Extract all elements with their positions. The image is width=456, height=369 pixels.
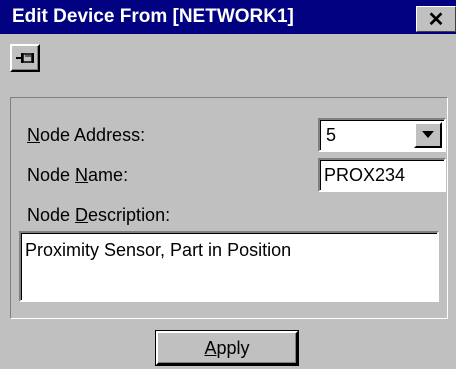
- title-bar[interactable]: Edit Device From [NETWORK1] ✕: [0, 0, 456, 34]
- pin-icon: [16, 53, 34, 63]
- node-address-dropdown-button[interactable]: [414, 122, 442, 148]
- node-name-value: PROX234: [324, 165, 406, 185]
- apply-label-mnemonic: A: [204, 337, 217, 358]
- node-address-combo[interactable]: 5: [318, 118, 446, 152]
- close-button[interactable]: ✕: [416, 6, 456, 32]
- node-address-label: Node Address:: [27, 125, 146, 145]
- device-properties-panel: Node Address: 5 Node Name: PROX234 Node …: [10, 97, 448, 319]
- node-name-label: Node Name:: [27, 165, 129, 185]
- window-title: Edit Device From [NETWORK1]: [12, 6, 294, 27]
- node-address-value: 5: [326, 125, 337, 145]
- toolbar: [0, 34, 456, 94]
- node-description-label: Node Description:: [27, 205, 171, 225]
- node-description-input[interactable]: Proximity Sensor, Part in Position: [19, 231, 439, 302]
- apply-label: pply: [216, 337, 250, 358]
- close-icon: ✕: [427, 8, 445, 31]
- pin-button[interactable]: [10, 44, 40, 72]
- apply-button[interactable]: Apply: [156, 331, 298, 365]
- edit-device-dialog: Edit Device From [NETWORK1] ✕ Node Addre…: [0, 0, 456, 369]
- node-name-input[interactable]: PROX234: [318, 158, 446, 192]
- node-description-value: Proximity Sensor, Part in Position: [25, 240, 292, 260]
- chevron-down-icon: [422, 131, 434, 138]
